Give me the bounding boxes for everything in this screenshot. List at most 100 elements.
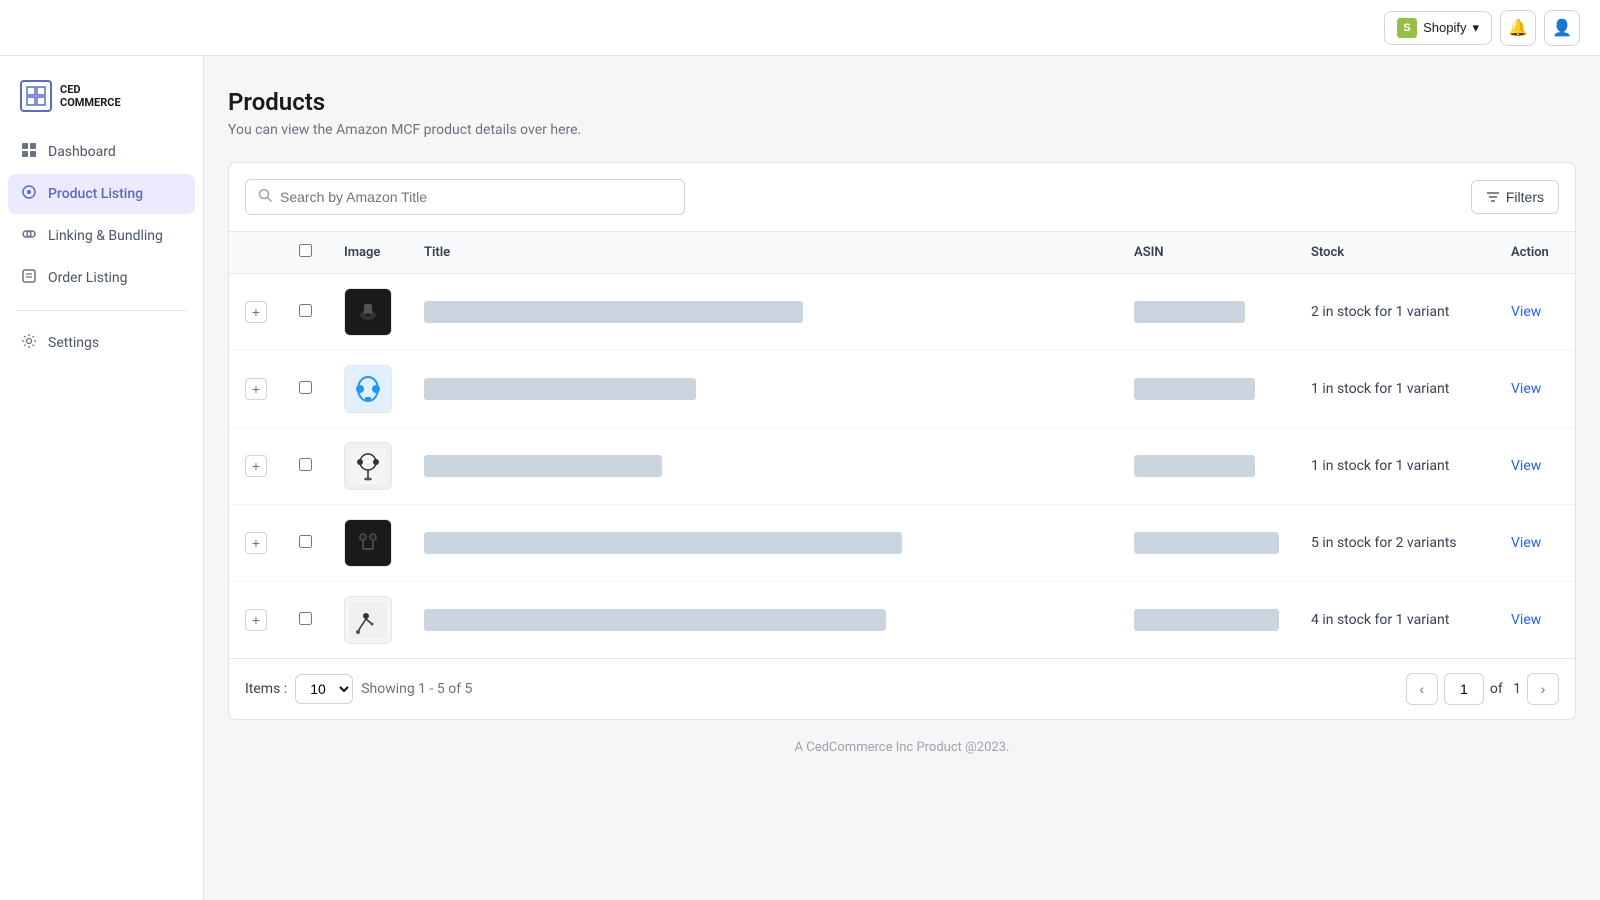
logo-area: CED COMMERCE (8, 72, 195, 132)
view-link[interactable]: View (1511, 535, 1541, 551)
product-stock: 4 in stock for 1 variant (1311, 612, 1449, 628)
view-link[interactable]: View (1511, 612, 1541, 628)
table-header: Image Title ASIN Stock Action (229, 232, 1575, 274)
dashboard-icon (20, 142, 38, 162)
product-image (344, 519, 392, 567)
topbar-actions: S Shopify ▾ 🔔 👤 (1384, 10, 1580, 46)
sidebar-item-label: Settings (48, 335, 99, 351)
page-subtitle: You can view the Amazon MCF product deta… (228, 122, 1576, 138)
product-title: ██ ███████ ██████ ████████ (424, 455, 662, 477)
product-image (344, 596, 392, 644)
sidebar-item-label: Product Listing (48, 186, 143, 202)
items-label: Items : (245, 681, 287, 697)
items-select[interactable]: 10 25 50 (295, 674, 353, 704)
table-row: + (229, 428, 1575, 505)
order-icon (20, 268, 38, 288)
footer-text: A CedCommerce Inc Product @2023. (795, 740, 1010, 755)
logo-text: CED COMMERCE (60, 83, 121, 109)
product-asin: ██████████████ (1134, 609, 1279, 631)
sidebar-item-label: Dashboard (48, 144, 116, 160)
page-navigation: ‹ 1 of 1 › (1406, 673, 1559, 705)
user-button[interactable]: 👤 (1544, 10, 1580, 46)
products-card: Filters Image Title (228, 162, 1576, 720)
sidebar-item-order-listing[interactable]: Order Listing (8, 258, 195, 298)
sidebar-item-dashboard[interactable]: Dashboard (8, 132, 195, 172)
notification-button[interactable]: 🔔 (1500, 10, 1536, 46)
page-title: Products (228, 88, 1576, 116)
view-link[interactable]: View (1511, 304, 1541, 320)
table-row: + (229, 274, 1575, 351)
col-image-header: Image (328, 232, 408, 274)
search-input[interactable] (280, 189, 672, 205)
col-title-header: Title (408, 232, 1118, 274)
filters-button[interactable]: Filters (1471, 180, 1559, 214)
topbar: S Shopify ▾ 🔔 👤 (0, 0, 1600, 56)
search-icon (258, 188, 272, 206)
product-asin: ██████████████ (1134, 532, 1279, 554)
sidebar-item-linking-bundling[interactable]: Linking & Bundling (8, 216, 195, 256)
product-asin: ████████ ███ (1134, 455, 1255, 477)
sidebar-item-label: Linking & Bundling (48, 228, 163, 244)
table-body: + (229, 274, 1575, 659)
prev-page-button[interactable]: ‹ (1406, 673, 1438, 705)
expand-button[interactable]: + (245, 455, 267, 477)
page-of-label: of 1 (1490, 681, 1521, 697)
settings-icon (20, 333, 38, 353)
row-checkbox[interactable] (299, 535, 312, 548)
product-stock: 1 in stock for 1 variant (1311, 458, 1449, 474)
col-asin-header: ASIN (1118, 232, 1295, 274)
bell-icon: 🔔 (1508, 18, 1528, 38)
chevron-down-icon: ▾ (1472, 20, 1479, 36)
footer: A CedCommerce Inc Product @2023. (228, 720, 1576, 775)
table-row: + (229, 505, 1575, 582)
row-checkbox[interactable] (299, 381, 312, 394)
table-row: + (229, 582, 1575, 659)
sidebar-divider (16, 310, 187, 311)
col-check (283, 232, 328, 274)
product-title: ██ ████ █████ ████ ███████ ████████████ … (424, 609, 886, 631)
filters-label: Filters (1506, 189, 1544, 205)
expand-button[interactable]: + (245, 378, 267, 400)
product-stock: 2 in stock for 1 variant (1311, 304, 1449, 320)
pagination-bar: Items : 10 25 50 Showing 1 - 5 of 5 ‹ 1 … (229, 658, 1575, 719)
products-table: Image Title ASIN Stock Action (229, 231, 1575, 658)
view-link[interactable]: View (1511, 458, 1541, 474)
product-title: ████████████ ████ ████████ ████████ ████… (424, 301, 803, 323)
product-title: ██ █ ███ ██ ██████████████ ████ (424, 378, 696, 400)
linking-icon (20, 226, 38, 246)
view-link[interactable]: View (1511, 381, 1541, 397)
expand-button[interactable]: + (245, 609, 267, 631)
search-wrap (245, 179, 685, 215)
product-listing-icon (20, 184, 38, 204)
product-title: ██ ███████ ██ ████ ████ ███████ ████████… (424, 532, 902, 554)
items-per-page: Items : 10 25 50 Showing 1 - 5 of 5 (245, 674, 472, 704)
row-checkbox[interactable] (299, 612, 312, 625)
layout: CED COMMERCE Dashboard Product Listing (0, 0, 1600, 900)
product-image (344, 365, 392, 413)
sidebar-nav: Dashboard Product Listing Linking & Bund… (8, 132, 195, 363)
product-stock: 1 in stock for 1 variant (1311, 381, 1449, 397)
product-stock: 5 in stock for 2 variants (1311, 535, 1457, 551)
sidebar: CED COMMERCE Dashboard Product Listing (0, 56, 204, 900)
col-expand (229, 232, 283, 274)
row-checkbox[interactable] (299, 304, 312, 317)
sidebar-item-label: Order Listing (48, 270, 128, 286)
row-checkbox[interactable] (299, 458, 312, 471)
col-stock-header: Stock (1295, 232, 1495, 274)
main-content: Products You can view the Amazon MCF pro… (204, 56, 1600, 900)
select-all-checkbox[interactable] (299, 244, 312, 257)
page-number-input[interactable]: 1 (1444, 673, 1484, 705)
logo-icon (20, 80, 52, 112)
sidebar-item-settings[interactable]: Settings (8, 323, 195, 363)
expand-button[interactable]: + (245, 301, 267, 323)
next-page-button[interactable]: › (1527, 673, 1559, 705)
showing-text: Showing 1 - 5 of 5 (361, 681, 472, 697)
shopify-button[interactable]: S Shopify ▾ (1384, 11, 1492, 45)
shopify-label: Shopify (1423, 20, 1466, 35)
sidebar-item-product-listing[interactable]: Product Listing (8, 174, 195, 214)
expand-button[interactable]: + (245, 532, 267, 554)
user-icon: 👤 (1552, 18, 1572, 38)
product-asin: ██ ████████ (1134, 301, 1245, 323)
product-image (344, 442, 392, 490)
shopify-icon: S (1397, 18, 1417, 38)
